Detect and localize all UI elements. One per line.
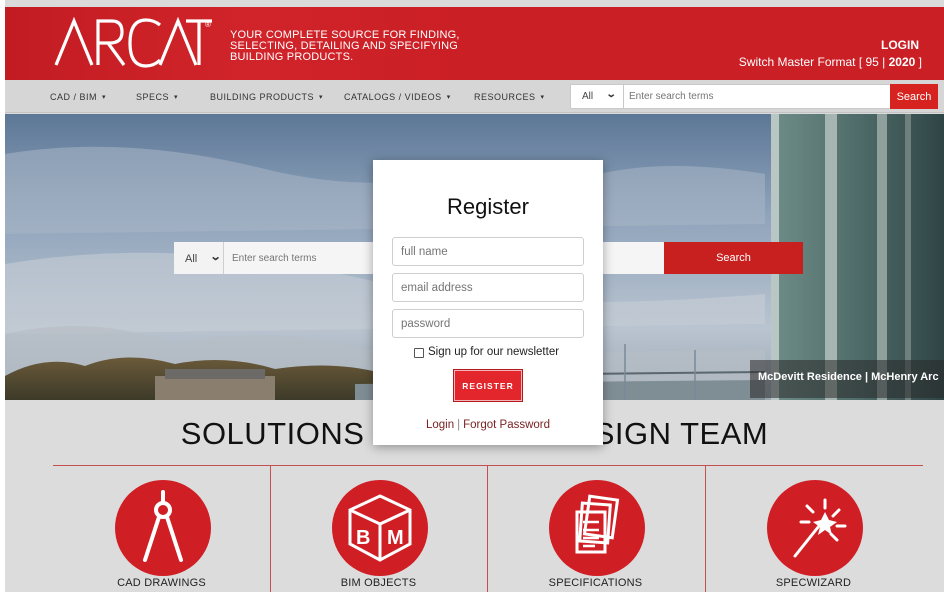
solution-circle[interactable] [767, 480, 863, 576]
caret-down-icon: ▾ [102, 94, 107, 101]
registered-mark: ® [205, 20, 211, 29]
login-link[interactable]: LOGIN [881, 38, 919, 52]
forgot-password-link[interactable]: Forgot Password [463, 419, 550, 431]
solution-specifications[interactable]: SPECIFICATIONS [487, 466, 704, 592]
solution-cad-drawings[interactable]: CAD DRAWINGS [53, 466, 270, 592]
email-field[interactable] [392, 273, 584, 302]
modal-links: Login | Forgot Password [373, 419, 603, 431]
main-nav: CAD / BIM ▾ SPECS ▾ BUILDING PRODUCTS ▾ CAT… [5, 80, 944, 113]
full-name-field[interactable] [392, 237, 584, 266]
solution-circle[interactable]: B M [332, 480, 428, 576]
nav-item-resources[interactable]: RESOURCES ▾ [474, 92, 545, 102]
nav-item-label: RESOURCES [474, 92, 536, 102]
hero-search-scope-value: All [185, 253, 198, 265]
caret-down-icon: ▾ [540, 94, 545, 101]
tagline-line: BUILDING PRODUCTS. [230, 51, 354, 63]
chevron-down-icon: ⌄ [605, 89, 617, 100]
svg-text:B: B [356, 527, 370, 549]
page: ® YOUR COMPLETE SOURCE FOR FINDING, SELE… [5, 0, 944, 592]
bim-cube-icon: B M [348, 494, 412, 562]
nav-search-input[interactable] [629, 85, 879, 108]
site-header: ® YOUR COMPLETE SOURCE FOR FINDING, SELE… [5, 7, 944, 80]
master-format-active[interactable]: 2020 [889, 55, 916, 69]
newsletter-checkbox[interactable] [414, 348, 424, 358]
nav-search-button[interactable]: Search [890, 84, 938, 109]
solution-specwizard[interactable]: SPECWIZARD [705, 466, 922, 592]
password-field[interactable] [392, 309, 584, 338]
solution-label: CAD DRAWINGS [117, 577, 206, 589]
solution-bim-objects[interactable]: B M BIM OBJECTS [270, 466, 487, 592]
solution-circle[interactable] [549, 480, 645, 576]
svg-text:M: M [387, 527, 404, 549]
register-modal: Register Sign up for our newsletter REGI… [373, 160, 603, 445]
master-format-prefix: Switch Master Format [ 95 | [738, 55, 889, 69]
tagline: YOUR COMPLETE SOURCE FOR FINDING, SELECT… [230, 30, 470, 63]
chevron-down-icon: ⌄ [209, 251, 222, 263]
compass-icon [143, 490, 183, 562]
hero-search-scope-select[interactable]: All ⌄ [174, 242, 224, 274]
caret-down-icon: ▾ [319, 94, 324, 101]
solution-label: SPECIFICATIONS [548, 577, 643, 589]
nav-item-label: CAD / BIM [50, 92, 98, 102]
nav-item-building-products[interactable]: BUILDING PRODUCTS ▾ [210, 92, 323, 102]
login-link[interactable]: Login [426, 419, 454, 431]
nav-item-label: CATALOGS / VIDEOS [344, 92, 442, 102]
nav-item-label: BUILDING PRODUCTS [210, 92, 315, 102]
nav-search-scope-value: All [582, 91, 594, 102]
arcat-logo[interactable]: ® [52, 13, 212, 71]
photo-caption: McDevitt Residence | McHenry Arc [750, 360, 944, 398]
solution-label: SPECWIZARD [775, 577, 852, 589]
nav-search-scope-select[interactable]: All ⌄ [571, 85, 624, 108]
magic-wand-icon [793, 498, 847, 558]
nav-item-specs[interactable]: SPECS ▾ [136, 92, 178, 102]
documents-icon [575, 494, 620, 554]
nav-item-cad-bim[interactable]: CAD / BIM ▾ [50, 92, 106, 102]
register-button[interactable]: REGISTER [453, 369, 523, 402]
link-separator: | [457, 419, 461, 431]
modal-title: Register [447, 194, 529, 219]
hero-search-button[interactable]: Search [664, 242, 803, 274]
master-format-switch[interactable]: Switch Master Format [ 95 | 2020 ] [739, 55, 922, 69]
caret-down-icon: ▾ [446, 94, 451, 101]
caret-down-icon: ▾ [174, 94, 179, 101]
solution-label: BIM OBJECTS [340, 577, 417, 589]
solution-circle[interactable] [115, 480, 211, 576]
nav-item-catalogs-videos[interactable]: CATALOGS / VIDEOS ▾ [344, 92, 451, 102]
newsletter-option[interactable]: Sign up for our newsletter [414, 346, 594, 360]
nav-search-bar: All ⌄ Search [570, 84, 938, 109]
master-format-suffix: ] [915, 55, 922, 69]
nav-item-label: SPECS [136, 92, 170, 102]
newsletter-label[interactable]: Sign up for our newsletter [428, 346, 559, 358]
